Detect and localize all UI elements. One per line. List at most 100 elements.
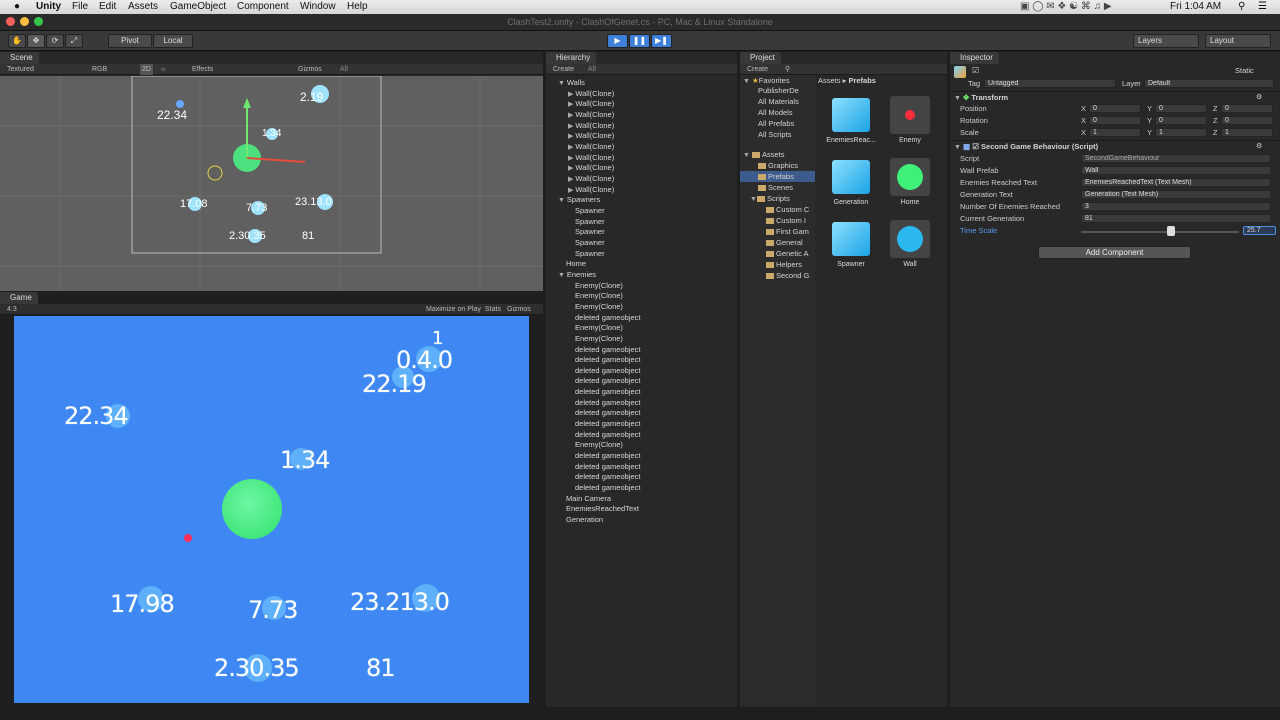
- hierarchy-item[interactable]: deleted gameobject: [575, 462, 640, 471]
- menu-gameobject[interactable]: GameObject: [170, 1, 226, 12]
- current-generation-field[interactable]: 81: [1081, 214, 1271, 223]
- folder-item[interactable]: Genetic A: [766, 249, 809, 258]
- position-z[interactable]: 0: [1221, 104, 1273, 113]
- hierarchy-item[interactable]: EnemiesReachedText: [566, 504, 639, 513]
- wall-prefab-field[interactable]: Wall: [1081, 166, 1271, 175]
- layout-dropdown[interactable]: Layout: [1205, 34, 1271, 48]
- hierarchy-item[interactable]: Enemy(Clone): [575, 281, 623, 290]
- hierarchy-item[interactable]: Generation: [566, 515, 603, 524]
- scale-x[interactable]: 1: [1089, 128, 1141, 137]
- folder-item[interactable]: Helpers: [766, 260, 802, 269]
- rotation-y[interactable]: 0: [1155, 116, 1207, 125]
- hierarchy-item[interactable]: ▼ Walls: [558, 78, 585, 87]
- static-toggle[interactable]: Static: [1235, 66, 1254, 75]
- zoom-button[interactable]: [34, 17, 43, 26]
- hierarchy-item[interactable]: Enemy(Clone): [575, 440, 623, 449]
- prefab-thumb-spawner[interactable]: [832, 222, 870, 256]
- timescale-slider-track[interactable]: [1081, 231, 1239, 233]
- status-icons[interactable]: ▣ ◯ ✉ ❖ ☯ ⌘ ♫ ▶: [1020, 1, 1112, 12]
- hierarchy-item[interactable]: deleted gameobject: [575, 430, 640, 439]
- hierarchy-item[interactable]: Main Camera: [566, 494, 611, 503]
- hierarchy-item[interactable]: Spawner: [575, 249, 605, 258]
- menu-app[interactable]: Unity: [36, 1, 61, 12]
- hierarchy-item[interactable]: Enemy(Clone): [575, 291, 623, 300]
- effects-dropdown[interactable]: Effects: [192, 64, 213, 75]
- rgb-dropdown[interactable]: RGB: [92, 64, 107, 75]
- folder-item[interactable]: ▼ Scripts: [750, 194, 790, 203]
- enemies-reached-count[interactable]: 3: [1081, 202, 1271, 211]
- prefab-thumb-enemiesreached[interactable]: [832, 98, 870, 132]
- game-view[interactable]: 1 0.4.0 22.19 22.34 1.34 17.98 7.73 23.2…: [14, 316, 529, 703]
- tab-project[interactable]: Project: [740, 52, 781, 64]
- enemies-reached-text-field[interactable]: EnemiesReachedText (Text Mesh): [1081, 178, 1271, 187]
- folder-item[interactable]: Graphics: [758, 161, 798, 170]
- fav-item[interactable]: All Prefabs: [758, 119, 794, 128]
- menu-help[interactable]: Help: [347, 1, 368, 12]
- hierarchy-item[interactable]: deleted gameobject: [575, 472, 640, 481]
- stats-button[interactable]: Stats: [485, 304, 501, 315]
- step-button[interactable]: ▶❚: [651, 34, 672, 48]
- scene-viewport[interactable]: 22.34 2.19 1.34 17.08 7.73 23.13.0 2.30.…: [0, 76, 543, 291]
- transform-header[interactable]: ▼ ✥ Transform: [954, 93, 1008, 102]
- hierarchy-search[interactable]: All: [588, 64, 596, 75]
- favorites-header[interactable]: ▼ ★Favorites: [743, 76, 790, 85]
- script-field[interactable]: SecondGameBehaviour: [1081, 154, 1271, 163]
- hierarchy-item[interactable]: ▶ Wall(Clone): [568, 89, 614, 98]
- hierarchy-item[interactable]: deleted gameobject: [575, 408, 640, 417]
- menu-edit[interactable]: Edit: [99, 1, 116, 12]
- settings-icon[interactable]: ⚙: [1256, 93, 1262, 101]
- hierarchy-item[interactable]: Spawner: [575, 227, 605, 236]
- search-icon[interactable]: ⚲: [785, 64, 790, 75]
- hierarchy-item[interactable]: ▶ Wall(Clone): [568, 110, 614, 119]
- generation-text-field[interactable]: Generation (Text Mesh): [1081, 190, 1271, 199]
- hierarchy-item[interactable]: Spawner: [575, 217, 605, 226]
- hierarchy-item[interactable]: Spawner: [575, 238, 605, 247]
- hierarchy-item[interactable]: deleted gameobject: [575, 366, 640, 375]
- menu-window[interactable]: Window: [300, 1, 336, 12]
- rotate-tool-icon[interactable]: ⟳: [46, 34, 64, 48]
- play-button[interactable]: ▶: [607, 34, 628, 48]
- breadcrumb-leaf[interactable]: Prefabs: [848, 76, 876, 85]
- shading-dropdown[interactable]: Textured: [7, 64, 34, 75]
- prefab-thumb-enemy[interactable]: [890, 96, 930, 134]
- hierarchy-item[interactable]: ▶ Wall(Clone): [568, 142, 614, 151]
- breadcrumb-root[interactable]: Assets: [818, 76, 841, 85]
- prefab-thumb-wall[interactable]: [890, 220, 930, 258]
- hierarchy-item[interactable]: deleted gameobject: [575, 345, 640, 354]
- apple-icon[interactable]: ●: [14, 1, 20, 12]
- pause-button[interactable]: ❚❚: [629, 34, 650, 48]
- hierarchy-item[interactable]: ▶ Wall(Clone): [568, 153, 614, 162]
- add-component-button[interactable]: Add Component: [1038, 246, 1191, 259]
- hierarchy-item[interactable]: ▶ Wall(Clone): [568, 131, 614, 140]
- move-tool-icon[interactable]: ✥: [27, 34, 45, 48]
- hierarchy-item[interactable]: ▶ Wall(Clone): [568, 121, 614, 130]
- hierarchy-item[interactable]: ▶ Wall(Clone): [568, 174, 614, 183]
- folder-item[interactable]: First Gam: [766, 227, 809, 236]
- scene-search[interactable]: All: [340, 64, 348, 75]
- layer-dropdown[interactable]: Default: [1144, 79, 1274, 88]
- project-create[interactable]: Create: [747, 64, 768, 75]
- 2d-toggle[interactable]: 2D: [140, 64, 153, 75]
- minimize-button[interactable]: [20, 17, 29, 26]
- hierarchy-item[interactable]: Spawner: [575, 206, 605, 215]
- menubar-clock[interactable]: Fri 1:04 AM: [1170, 1, 1221, 12]
- settings-icon[interactable]: ⚙: [1256, 142, 1262, 150]
- hierarchy-item[interactable]: Home: [566, 259, 586, 268]
- hand-tool-icon[interactable]: ✋: [8, 34, 26, 48]
- hierarchy-item[interactable]: ▼ Enemies: [558, 270, 596, 279]
- timescale-slider-thumb[interactable]: [1167, 226, 1176, 236]
- rotation-z[interactable]: 0: [1221, 116, 1273, 125]
- menu-component[interactable]: Component: [237, 1, 289, 12]
- folder-item[interactable]: Scenes: [758, 183, 793, 192]
- hierarchy-item[interactable]: ▶ Wall(Clone): [568, 163, 614, 172]
- hierarchy-item[interactable]: ▶ Wall(Clone): [568, 99, 614, 108]
- hierarchy-item[interactable]: ▶ Wall(Clone): [568, 185, 614, 194]
- menu-assets[interactable]: Assets: [128, 1, 158, 12]
- hierarchy-item[interactable]: Enemy(Clone): [575, 302, 623, 311]
- active-checkbox[interactable]: ☑: [972, 66, 979, 75]
- hierarchy-item[interactable]: deleted gameobject: [575, 387, 640, 396]
- hierarchy-item[interactable]: deleted gameobject: [575, 419, 640, 428]
- hierarchy-item[interactable]: deleted gameobject: [575, 483, 640, 492]
- local-button[interactable]: Local: [153, 34, 193, 48]
- scale-tool-icon[interactable]: ⤢: [65, 34, 83, 48]
